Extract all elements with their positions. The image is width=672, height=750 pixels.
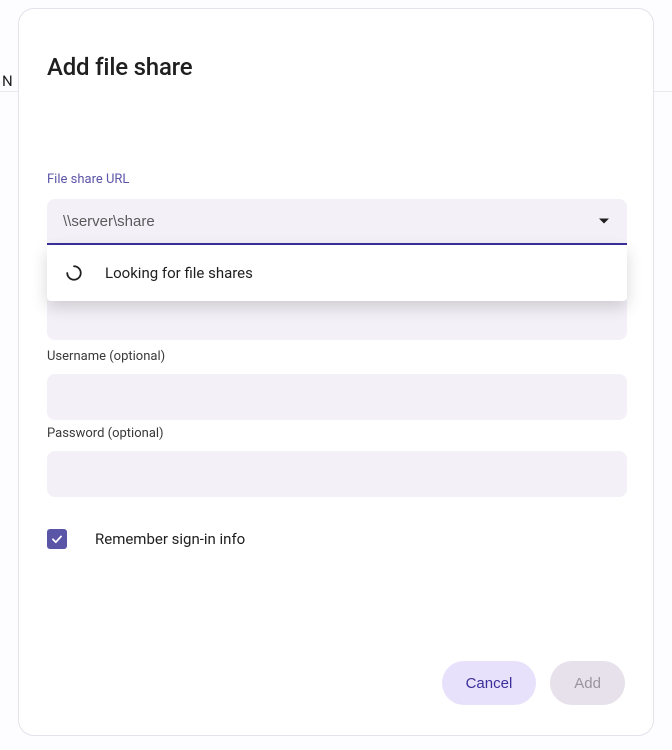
add-button[interactable]: Add <box>550 661 625 705</box>
file-share-url-combobox[interactable] <box>47 199 627 245</box>
username-label: Username (optional) <box>47 349 627 364</box>
dialog-buttons: Cancel Add <box>442 661 625 705</box>
checkmark-icon <box>50 532 64 546</box>
file-share-suggestions-dropdown: Looking for file shares <box>47 245 627 301</box>
username-input[interactable] <box>47 374 627 420</box>
file-share-url-label: File share URL <box>47 172 627 187</box>
chevron-down-icon[interactable] <box>599 219 609 224</box>
cancel-button[interactable]: Cancel <box>442 661 537 705</box>
remember-signin-checkbox[interactable] <box>47 529 67 549</box>
password-field: Password (optional) <box>47 426 627 497</box>
loading-spinner-icon <box>65 264 83 282</box>
remember-signin-label: Remember sign-in info <box>95 530 245 548</box>
background-letter: N <box>2 72 13 90</box>
username-field: Username (optional) <box>47 349 627 420</box>
password-input[interactable] <box>47 451 627 497</box>
loading-text: Looking for file shares <box>105 264 253 282</box>
password-label: Password (optional) <box>47 426 627 441</box>
file-share-url-field: File share URL <box>47 172 627 245</box>
add-file-share-dialog: Add file share File share URL Looking fo… <box>18 8 654 736</box>
remember-signin-row: Remember sign-in info <box>47 529 245 549</box>
file-share-url-input[interactable] <box>63 213 611 230</box>
dialog-title: Add file share <box>47 53 192 81</box>
